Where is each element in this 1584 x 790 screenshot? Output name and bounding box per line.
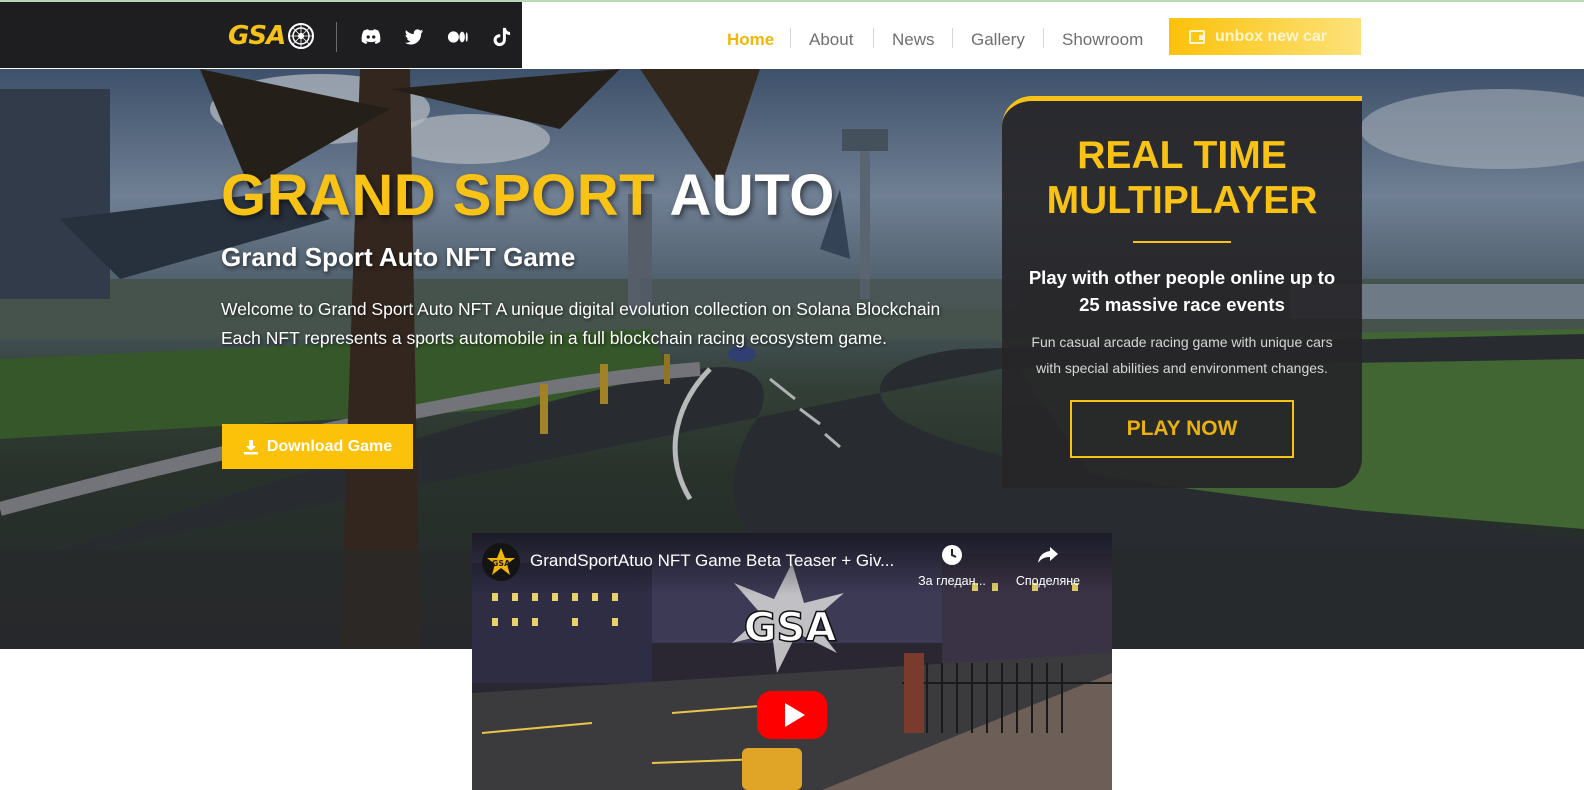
multiplayer-description-line1: Fun casual arcade racing game with uniqu… <box>1031 334 1333 350</box>
tiktok-icon[interactable] <box>491 26 513 48</box>
hero-title-highlight: GRAND SPORT <box>221 163 656 228</box>
share-button[interactable]: Споделяне <box>1007 543 1089 588</box>
download-game-button[interactable]: Download Game <box>222 424 413 469</box>
multiplayer-title: REAL TIME MULTIPLAYER <box>1002 133 1362 223</box>
share-label: Споделяне <box>1015 574 1081 588</box>
unbox-new-car-button[interactable]: unbox new car <box>1169 18 1361 55</box>
nav-about[interactable]: About <box>809 30 853 50</box>
multiplayer-subtitle-line2: 25 massive race events <box>1079 294 1285 315</box>
nav-news[interactable]: News <box>892 30 935 50</box>
twitter-icon[interactable] <box>403 26 425 48</box>
discord-icon[interactable] <box>360 26 382 48</box>
multiplayer-title-line1: REAL TIME <box>1077 134 1287 177</box>
multiplayer-card: REAL TIME MULTIPLAYER Play with other pe… <box>1002 96 1362 488</box>
nav-separator <box>873 28 874 48</box>
hero-description: Welcome to Grand Sport Auto NFT A unique… <box>221 295 981 353</box>
header-divider <box>336 22 337 52</box>
video-title[interactable]: GrandSportAtuo NFT Game Beta Teaser + Gi… <box>530 551 915 571</box>
multiplayer-title-line2: MULTIPLAYER <box>1046 179 1318 222</box>
nav-home[interactable]: Home <box>727 30 774 50</box>
download-game-label: Download Game <box>266 437 393 455</box>
title-underline <box>1133 241 1231 243</box>
channel-star-icon: GSA <box>487 548 515 575</box>
play-now-button[interactable]: PLAY NOW <box>1070 400 1294 458</box>
multiplayer-description-line2: with special abilities and environment c… <box>1036 360 1328 376</box>
share-icon <box>1038 547 1058 563</box>
nav-separator <box>790 28 791 48</box>
wheel-icon <box>288 23 315 49</box>
hero-title-rest: AUTO <box>669 163 835 228</box>
multiplayer-subtitle-line1: Play with other people online up to <box>1028 267 1336 288</box>
multiplayer-description: Fun casual arcade racing game with uniqu… <box>1002 329 1362 381</box>
unbox-button-label: unbox new car <box>1215 27 1328 45</box>
hero-description-line1: Welcome to Grand Sport Auto NFT A unique… <box>221 299 941 319</box>
wallet-icon <box>1189 29 1205 44</box>
hero-title: GRAND SPORT AUTO <box>221 162 835 229</box>
play-video-button[interactable] <box>757 691 827 739</box>
channel-avatar[interactable]: GSA <box>482 543 520 581</box>
site-logo[interactable]: GSA <box>228 20 315 52</box>
medium-icon[interactable] <box>447 26 469 48</box>
watch-later-label: За гледан... <box>918 574 986 588</box>
channel-logo-text: GSA <box>492 559 511 568</box>
youtube-video-embed[interactable]: GSA GSA GrandSportAtuo NFT Game Beta Tea… <box>472 533 1112 790</box>
video-overlay-logo: GSA <box>744 605 837 651</box>
clock-icon <box>942 545 962 565</box>
hero-description-line2: Each NFT represents a sports automobile … <box>221 328 887 348</box>
nav-gallery[interactable]: Gallery <box>971 30 1025 50</box>
download-icon <box>243 439 258 454</box>
nav-showroom[interactable]: Showroom <box>1062 30 1143 50</box>
nav-separator <box>1043 28 1044 48</box>
multiplayer-subtitle: Play with other people online up to 25 m… <box>1002 264 1362 318</box>
hero-subtitle: Grand Sport Auto NFT Game <box>221 242 576 272</box>
watch-later-button[interactable]: За гледан... <box>911 543 993 588</box>
logo-text: GSA <box>228 21 286 51</box>
brand-bar: GSA <box>0 2 522 68</box>
nav-separator <box>952 28 953 48</box>
